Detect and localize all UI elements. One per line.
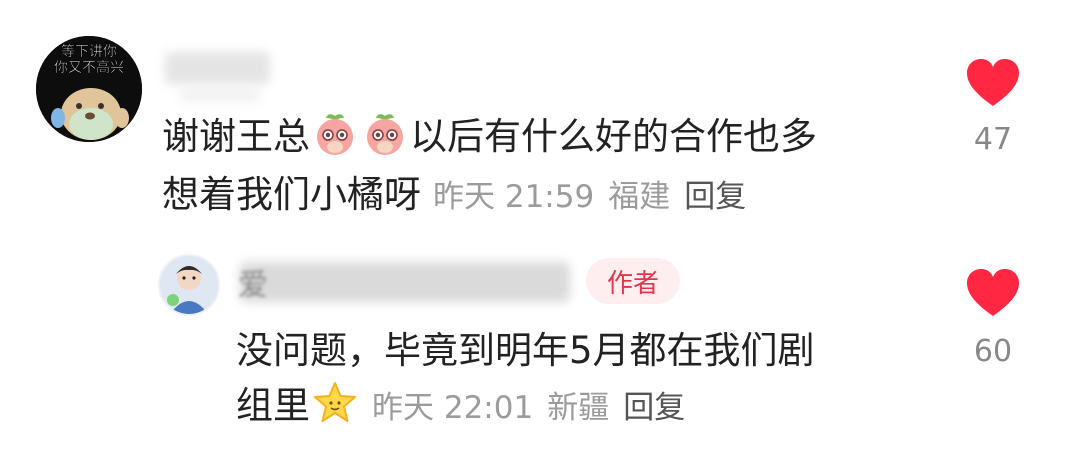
author-badge: 作者 <box>586 258 680 304</box>
comment-time: 昨天 22:01 <box>372 390 534 426</box>
comment-text-part: 想着我们小橘呀 <box>162 173 421 216</box>
peach-emoji-icon <box>367 114 403 155</box>
comment-text-part: 组里 <box>236 384 310 427</box>
avatar-image <box>160 256 218 314</box>
author-name-blurred[interactable] <box>240 262 570 302</box>
avatar-caption: 你又不高兴 <box>54 59 124 76</box>
reply-button[interactable]: 回复 <box>684 179 746 215</box>
comment-text-line: 想着我们小橘呀 昨天 21:59 福建 回复 <box>162 166 760 226</box>
comment-meta: 昨天 22:01 新疆 回复 <box>372 390 699 426</box>
star-emoji-icon <box>314 382 356 422</box>
comment-item: 等下讲你 你又不高兴 谢谢王总 以后有什么好的合作也多 想着我们小橘呀 昨天 21… <box>0 0 1068 240</box>
comment-text-part: 谢谢王总 <box>162 115 310 158</box>
comment-text-line: 组里 昨天 22:01 新疆 回复 <box>236 377 699 437</box>
comment-location: 新疆 <box>547 390 610 426</box>
like-count: 47 <box>973 122 1013 157</box>
comment-meta: 昨天 21:59 福建 回复 <box>433 179 760 215</box>
user-avatar[interactable]: 等下讲你 你又不高兴 <box>36 36 142 142</box>
comment-text-line: 谢谢王总 以后有什么好的合作也多 <box>162 108 817 166</box>
comment-location: 福建 <box>608 179 671 215</box>
avatar-image: 等下讲你 你又不高兴 <box>36 36 142 142</box>
peach-emoji-icon <box>317 114 353 155</box>
avatar-caption: 等下讲你 <box>61 43 117 60</box>
heart-icon[interactable] <box>966 58 1020 108</box>
comment-text-line: 没问题，毕竟到明年5月都在我们剧 <box>236 329 815 372</box>
like-count: 60 <box>973 334 1013 369</box>
comment-text-part: 以后有什么好的合作也多 <box>410 115 817 158</box>
comment-time: 昨天 21:59 <box>433 179 595 215</box>
reply-button[interactable]: 回复 <box>623 390 685 426</box>
username-blurred-shadow <box>180 88 260 102</box>
author-avatar[interactable] <box>158 254 220 316</box>
username-blurred[interactable] <box>165 52 270 84</box>
author-name[interactable]: 爱 <box>238 260 268 304</box>
heart-icon[interactable] <box>966 268 1020 318</box>
